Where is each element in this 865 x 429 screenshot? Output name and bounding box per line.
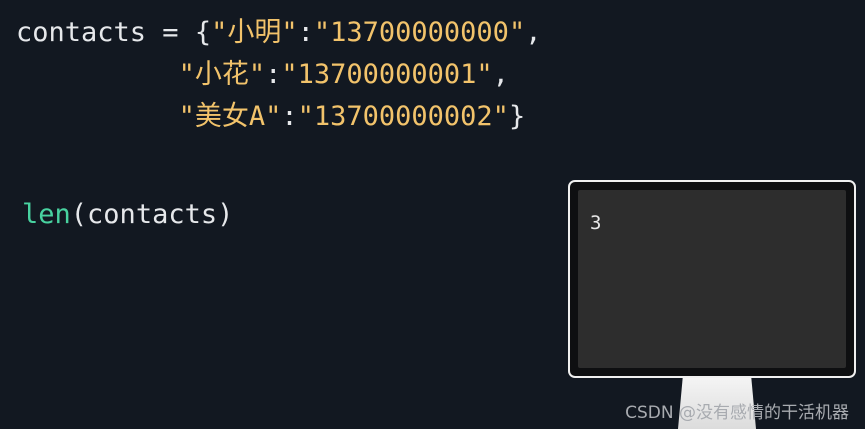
- colon: :: [281, 101, 298, 132]
- function-name: len: [22, 199, 71, 230]
- dict-key: "小花": [178, 59, 266, 90]
- close-brace: }: [508, 101, 526, 132]
- dict-key: "美女A": [178, 101, 282, 132]
- dict-value: "13700000000": [313, 17, 526, 48]
- open-brace: {: [194, 17, 212, 48]
- code-line-len-call: len(contacts): [22, 198, 233, 232]
- comma: ,: [525, 17, 542, 48]
- comma: ,: [492, 59, 509, 90]
- monitor-screen: 3: [578, 190, 846, 368]
- dict-value: "13700000002": [297, 101, 509, 132]
- colon: :: [265, 59, 282, 90]
- dict-value: "13700000001": [281, 59, 493, 90]
- argument: contacts: [87, 199, 218, 230]
- close-paren: ): [217, 199, 234, 230]
- colon: :: [297, 17, 314, 48]
- code-line-dict-entry: "小花":"13700000001",: [16, 58, 509, 92]
- output-value: 3: [590, 212, 602, 234]
- open-paren: (: [70, 199, 88, 230]
- dict-key: "小明": [211, 17, 298, 48]
- watermark-text: CSDN @没有感情的干活机器: [625, 403, 849, 423]
- monitor-icon: 3: [568, 180, 856, 378]
- code-line-dict-end: "美女A":"13700000002"}: [16, 100, 526, 134]
- code-line-dict-start: contacts = {"小明":"13700000000",: [16, 16, 541, 50]
- assign-operator: =: [146, 17, 195, 48]
- variable-name: contacts: [16, 17, 147, 48]
- code-slide: contacts = {"小明":"13700000000", "小花":"13…: [0, 0, 865, 429]
